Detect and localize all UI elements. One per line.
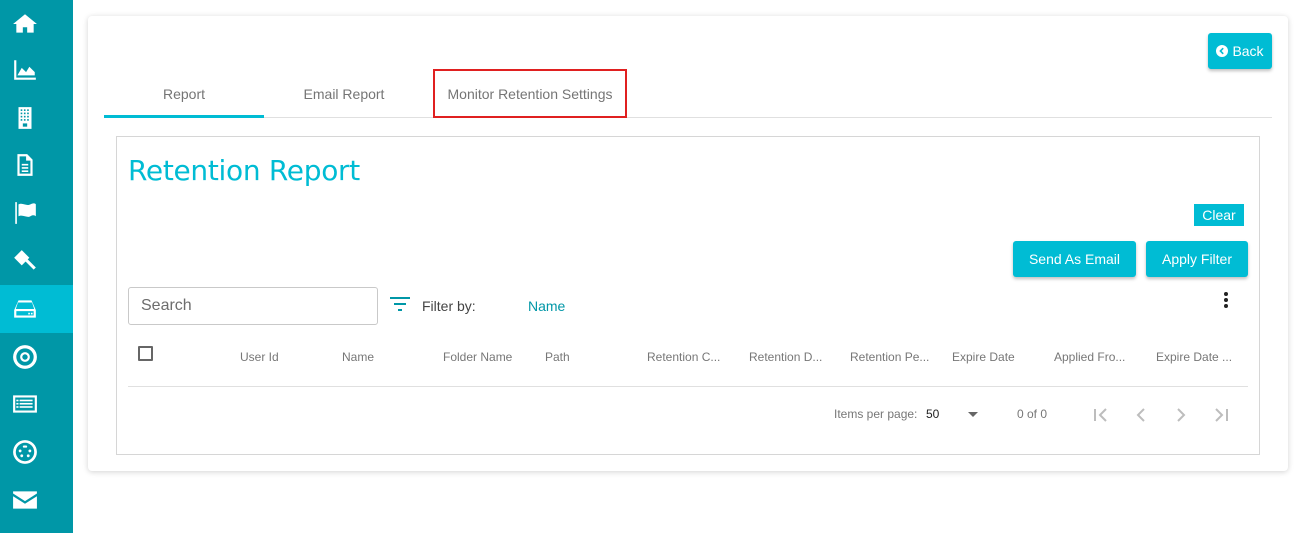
building-icon <box>18 107 32 129</box>
column-header-user-id[interactable]: User Id <box>240 350 279 364</box>
gavel-icon <box>14 250 36 270</box>
select-all-checkbox[interactable] <box>138 346 153 361</box>
sidebar-item-organization[interactable] <box>0 94 73 142</box>
apply-filter-button[interactable]: Apply Filter <box>1146 241 1248 277</box>
previous-page-button[interactable] <box>1130 404 1152 426</box>
send-as-email-button[interactable]: Send As Email <box>1013 241 1136 277</box>
filter-by-value[interactable]: Name <box>528 298 565 314</box>
tab-monitor-retention-settings[interactable]: Monitor Retention Settings <box>433 69 627 118</box>
page-size-select[interactable]: 50 <box>926 407 939 421</box>
back-button-label: Back <box>1232 43 1264 59</box>
last-page-button[interactable] <box>1210 404 1232 426</box>
column-header-retention-c[interactable]: Retention C... <box>647 350 720 364</box>
paginator: Items per page: 50 0 of 0 <box>820 400 1250 430</box>
tab-report-label: Report <box>162 85 206 102</box>
sidebar-item-retention[interactable] <box>0 285 73 333</box>
sidebar-item-analytics[interactable] <box>0 46 73 94</box>
envelope-icon <box>13 491 37 509</box>
clear-button[interactable]: Clear <box>1194 204 1244 226</box>
page-title: Retention Report <box>128 154 360 187</box>
sidebar-item-support[interactable] <box>0 333 73 381</box>
column-header-applied-from[interactable]: Applied Fro... <box>1054 350 1125 364</box>
sidebar <box>0 0 73 533</box>
tab-bar: Report Email Report Monitor Retention Se… <box>104 69 1272 118</box>
column-header-retention-pe[interactable]: Retention Pe... <box>850 350 929 364</box>
sidebar-item-lists[interactable] <box>0 380 73 428</box>
filter-icon[interactable] <box>390 296 410 312</box>
chevron-left-icon <box>1136 408 1145 422</box>
sidebar-item-mail[interactable] <box>0 476 73 524</box>
hard-drive-icon <box>14 300 36 318</box>
column-header-path[interactable]: Path <box>545 350 570 364</box>
search-input[interactable] <box>128 287 378 325</box>
list-icon <box>13 395 37 413</box>
column-header-name[interactable]: Name <box>342 350 374 364</box>
life-ring-icon <box>13 345 37 369</box>
tab-report[interactable]: Report <box>104 70 264 118</box>
caret-down-icon[interactable] <box>968 412 978 417</box>
chevron-right-icon <box>1177 408 1186 422</box>
sidebar-item-legal[interactable] <box>0 237 73 285</box>
document-icon <box>17 154 33 176</box>
first-page-button[interactable] <box>1090 404 1112 426</box>
items-per-page-label: Items per page: <box>834 407 918 421</box>
sidebar-item-settings[interactable] <box>0 428 73 476</box>
tab-email-report-label: Email Report <box>303 85 385 102</box>
tab-email-report[interactable]: Email Report <box>264 70 424 117</box>
area-chart-icon <box>14 60 36 80</box>
column-header-expire-date-2[interactable]: Expire Date ... <box>1156 350 1232 364</box>
flag-icon <box>15 202 36 224</box>
sidebar-item-flags[interactable] <box>0 189 73 237</box>
home-icon <box>13 14 37 33</box>
last-page-icon <box>1215 408 1228 422</box>
column-header-retention-d[interactable]: Retention D... <box>749 350 822 364</box>
more-options-icon[interactable] <box>1216 289 1236 311</box>
settings-circle-icon <box>13 440 37 464</box>
sidebar-item-home[interactable] <box>0 0 73 48</box>
column-header-folder-name[interactable]: Folder Name <box>443 350 512 364</box>
tab-monitor-retention-settings-label: Monitor Retention Settings <box>447 85 613 102</box>
filter-by-label: Filter by: <box>422 298 476 314</box>
column-header-expire-date[interactable]: Expire Date <box>952 350 1015 364</box>
table-header-row: User Id Name Folder Name Path Retention … <box>128 336 1248 387</box>
chevron-left-circle-icon <box>1216 45 1229 57</box>
page-range-label: 0 of 0 <box>1017 407 1048 421</box>
back-button[interactable]: Back <box>1208 33 1272 69</box>
next-page-button[interactable] <box>1170 404 1192 426</box>
first-page-icon <box>1094 408 1107 422</box>
sidebar-item-documents[interactable] <box>0 141 73 189</box>
